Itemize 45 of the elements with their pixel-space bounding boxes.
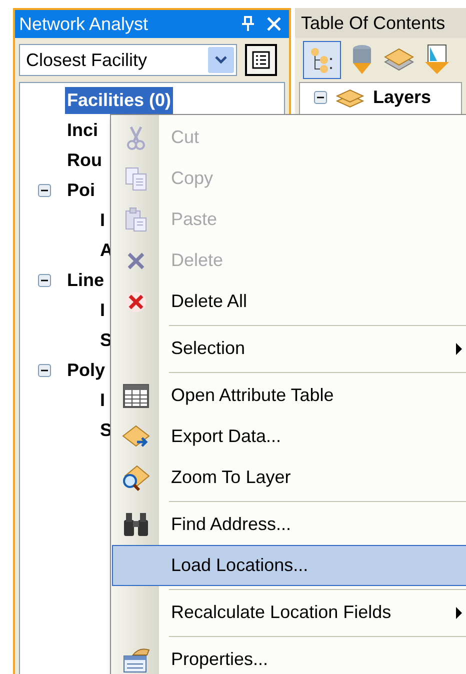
tree-item[interactable]: Rou	[65, 146, 104, 174]
menu-item[interactable]: Recalculate Location Fields	[112, 592, 466, 633]
table-icon	[123, 382, 149, 408]
collapse-icon[interactable]	[314, 91, 327, 104]
delete-icon	[126, 250, 146, 270]
menu-item[interactable]: Open Attribute Table	[112, 375, 466, 416]
tree-item[interactable]: I	[98, 386, 108, 414]
properties-window-button[interactable]	[245, 44, 277, 76]
menu-item[interactable]: Zoom To Layer	[112, 457, 466, 498]
collapse-icon[interactable]	[38, 364, 51, 376]
collapse-icon[interactable]	[38, 274, 51, 286]
tree-item[interactable]: Line	[65, 266, 106, 294]
menu-item[interactable]: Delete All	[112, 281, 466, 322]
export-data-icon	[121, 424, 151, 450]
window-title: Table Of Contents	[301, 12, 446, 34]
solver-dropdown[interactable]: Closest Facility	[19, 44, 237, 76]
paste-icon	[124, 206, 148, 232]
zoom-to-layer-icon	[121, 464, 151, 492]
source-icon[interactable]	[423, 44, 451, 76]
close-icon[interactable]	[267, 17, 281, 31]
list-by-drawing-order-button[interactable]	[303, 41, 341, 79]
scissors-icon	[125, 124, 147, 150]
copy-icon	[124, 166, 148, 192]
tree-item[interactable]: Facilities (0)	[65, 86, 174, 114]
pin-icon[interactable]	[241, 16, 255, 32]
menu-item[interactable]: Properties...	[112, 639, 466, 674]
tree-item[interactable]: Poly	[65, 356, 108, 384]
tree-item[interactable]: Layers	[373, 84, 432, 111]
binoculars-icon	[122, 512, 150, 538]
delete-all-icon	[125, 290, 147, 312]
menu-item[interactable]: Export Data...	[112, 416, 466, 457]
submenu-arrow-icon	[455, 606, 463, 618]
properties-icon	[121, 646, 151, 674]
window-title: Network Analyst	[19, 12, 148, 36]
tree-item[interactable]: I	[98, 296, 108, 324]
menu-item[interactable]: Load Locations...	[112, 545, 466, 586]
tree-item[interactable]: Inci	[65, 116, 100, 144]
tree-item[interactable]: Poi	[65, 176, 98, 204]
collapse-icon[interactable]	[38, 184, 51, 196]
submenu-arrow-icon	[455, 342, 463, 354]
layers-icon	[335, 86, 365, 108]
menu-item[interactable]: Find Address...	[112, 504, 466, 545]
menu-item[interactable]: Selection	[112, 328, 466, 369]
tree-item[interactable]: I	[98, 206, 108, 234]
list-icon	[252, 51, 270, 69]
